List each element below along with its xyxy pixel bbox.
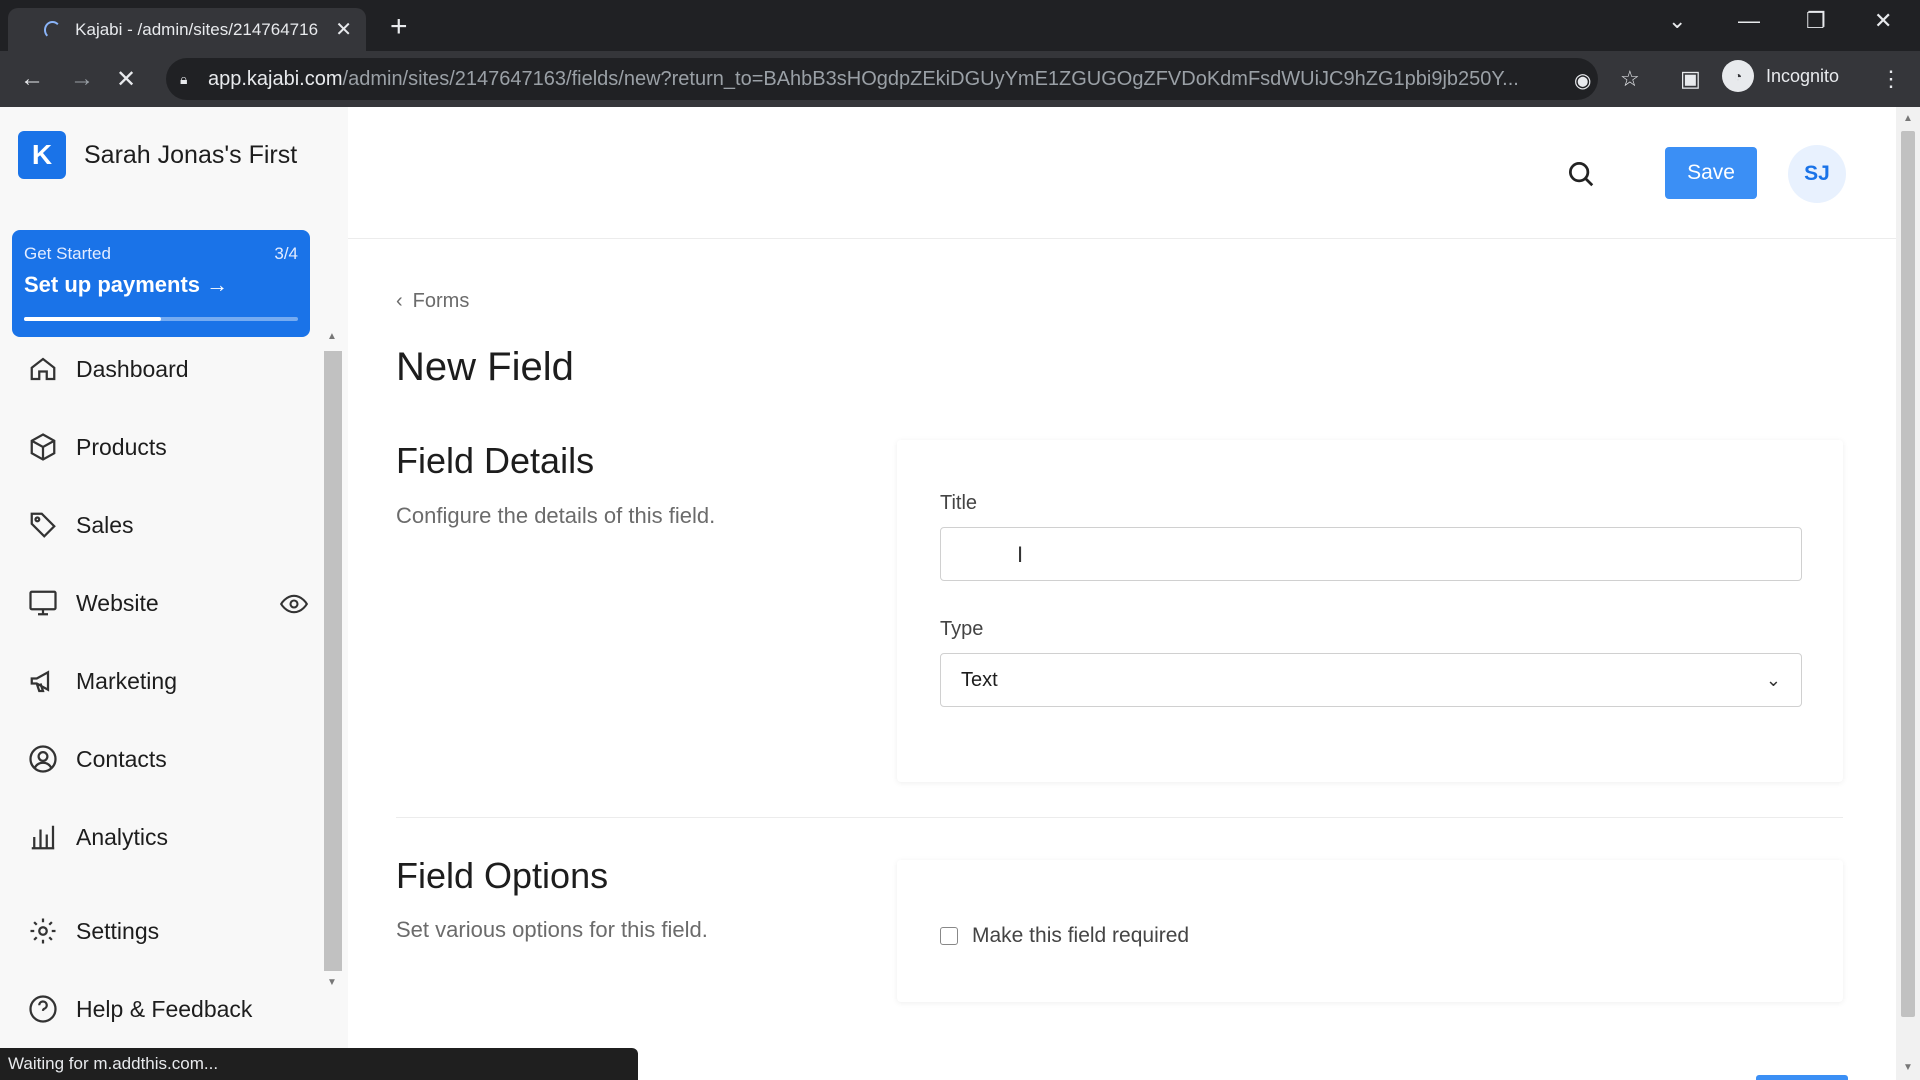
- restore-icon[interactable]: ❐: [1806, 8, 1826, 34]
- monitor-icon: [29, 590, 57, 616]
- text-cursor-icon: I: [1017, 542, 1024, 567]
- required-checkbox-row[interactable]: Make this field required: [940, 924, 1189, 948]
- tag-icon: [30, 512, 56, 538]
- avatar[interactable]: SJ: [1788, 145, 1846, 203]
- sidebar-item-help[interactable]: Help & Feedback: [28, 994, 308, 1024]
- sidebar-item-label: Sales: [76, 511, 134, 538]
- sidebar-item-label: Marketing: [76, 667, 177, 694]
- sidebar-item-label: Help & Feedback: [76, 995, 253, 1022]
- incognito-label: Incognito: [1766, 65, 1840, 86]
- search-icon[interactable]: [1566, 159, 1596, 189]
- url-path: /admin/sites/2147647163/fields/new?retur…: [342, 67, 1519, 90]
- get-started-progress-text: 3/4: [274, 244, 298, 263]
- browser-tab-bar: Kajabi - /admin/sites/214764716 ✕ + ⌄ — …: [0, 0, 1920, 51]
- save-button[interactable]: Save: [1665, 147, 1757, 199]
- section-description-field-options: Set various options for this field.: [396, 917, 708, 942]
- lock-icon: 🔒︎: [180, 71, 188, 87]
- type-select-value: Text: [961, 668, 998, 691]
- scroll-down-icon[interactable]: ▼: [327, 977, 337, 988]
- scroll-down-icon[interactable]: ▼: [1903, 1062, 1913, 1073]
- site-brand[interactable]: K Sarah Jonas's First: [18, 131, 297, 179]
- scroll-up-icon[interactable]: ▲: [327, 331, 337, 342]
- gear-icon: [30, 918, 56, 944]
- sidebar-item-analytics[interactable]: Analytics: [28, 822, 308, 852]
- sidebar-item-sales[interactable]: Sales: [28, 510, 308, 540]
- scrollbar-thumb[interactable]: [1901, 131, 1915, 1017]
- url-text: app.kajabi.com/admin/sites/2147647163/fi…: [208, 68, 1548, 91]
- breadcrumb[interactable]: ‹ Forms: [396, 290, 469, 313]
- tab-search-icon[interactable]: ⌄: [1668, 8, 1686, 34]
- get-started-action: Set up payments: [24, 272, 201, 297]
- megaphone-icon: [30, 670, 50, 693]
- breadcrumb-label: Forms: [412, 290, 470, 312]
- page-scrollbar[interactable]: ▲ ▼: [1896, 107, 1920, 1080]
- sidebar: K Sarah Jonas's First Get Started 3/4 Se…: [0, 107, 348, 1080]
- user-circle-icon: [29, 745, 57, 773]
- type-select[interactable]: Text ⌄: [940, 653, 1802, 707]
- sidebar-item-settings[interactable]: Settings: [28, 916, 308, 946]
- browser-menu-icon[interactable]: ⋮: [1880, 66, 1902, 92]
- forward-icon[interactable]: →: [70, 65, 94, 93]
- browser-status-text: Waiting for m.addthis.com...: [0, 1048, 638, 1080]
- box-icon: [30, 433, 56, 461]
- title-label: Title: [940, 492, 978, 514]
- sidebar-item-label: Dashboard: [76, 355, 189, 382]
- bottom-save-button-edge[interactable]: [1756, 1075, 1848, 1080]
- scroll-up-icon[interactable]: ▲: [1903, 113, 1913, 124]
- get-started-card[interactable]: Get Started 3/4 Set up payments →: [12, 230, 310, 337]
- eye-icon[interactable]: [280, 590, 308, 618]
- bookmark-star-icon[interactable]: ☆: [1620, 66, 1640, 92]
- arrow-right-icon: →: [206, 272, 229, 297]
- sidebar-item-marketing[interactable]: Marketing: [28, 666, 308, 696]
- sidebar-item-dashboard[interactable]: Dashboard: [28, 354, 308, 384]
- incognito-profile[interactable]: ◔ Incognito: [1722, 60, 1839, 92]
- sidebar-item-label: Contacts: [76, 745, 167, 772]
- minimize-icon[interactable]: —: [1738, 8, 1760, 34]
- section-title-field-details: Field Details: [396, 440, 595, 481]
- sidebar-item-label: Products: [76, 433, 167, 460]
- tracking-blocked-icon[interactable]: ◉: [1574, 68, 1591, 93]
- type-label: Type: [940, 618, 984, 640]
- sidebar-scrollbar[interactable]: ▲ ▼: [323, 331, 343, 991]
- close-tab-icon[interactable]: ✕: [335, 17, 352, 42]
- page-title: New Field: [396, 345, 574, 389]
- sidebar-item-contacts[interactable]: Contacts: [28, 744, 308, 774]
- scrollbar-thumb[interactable]: [324, 351, 342, 971]
- sidebar-item-products[interactable]: Products: [28, 432, 308, 462]
- browser-toolbar: ← → ✕ 🔒︎ app.kajabi.com/admin/sites/2147…: [0, 51, 1920, 107]
- required-checkbox-label: Make this field required: [972, 924, 1190, 947]
- progress-fill: [24, 317, 161, 321]
- new-tab-icon[interactable]: +: [390, 10, 408, 44]
- browser-tab[interactable]: Kajabi - /admin/sites/214764716 ✕: [8, 8, 366, 51]
- section-divider: [396, 817, 1843, 818]
- sidebar-item-label: Website: [76, 589, 159, 616]
- section-title-field-options: Field Options: [396, 855, 609, 896]
- close-window-icon[interactable]: ✕: [1874, 8, 1892, 34]
- incognito-icon: ◔: [1722, 60, 1754, 92]
- required-checkbox[interactable]: [940, 927, 958, 945]
- get-started-progress-bar: [24, 317, 298, 321]
- sidebar-item-label: Analytics: [76, 823, 169, 850]
- bar-chart-icon: [31, 825, 55, 850]
- back-icon[interactable]: ←: [20, 65, 44, 93]
- chevron-left-icon: ‹: [396, 290, 403, 312]
- stop-loading-icon[interactable]: ✕: [116, 65, 136, 94]
- field-details-card: [897, 440, 1843, 782]
- side-panel-icon[interactable]: ▣: [1680, 66, 1701, 92]
- help-icon: [29, 995, 57, 1023]
- sidebar-item-website[interactable]: Website: [28, 588, 308, 618]
- sidebar-item-label: Settings: [76, 917, 160, 944]
- site-name: Sarah Jonas's First: [84, 140, 298, 169]
- page-header: Save SJ: [348, 107, 1896, 239]
- section-description-field-details: Configure the details of this field.: [396, 503, 716, 528]
- home-icon: [30, 357, 56, 381]
- kajabi-logo-icon: K: [18, 131, 66, 179]
- url-host: app.kajabi.com: [208, 67, 343, 90]
- address-bar[interactable]: 🔒︎ app.kajabi.com/admin/sites/2147647163…: [166, 58, 1598, 100]
- get-started-label: Get Started: [24, 244, 111, 263]
- chevron-down-icon: ⌄: [1765, 669, 1781, 690]
- tab-title: Kajabi - /admin/sites/214764716: [75, 19, 319, 39]
- loading-spinner-icon: [44, 20, 62, 39]
- title-input[interactable]: I: [940, 527, 1802, 581]
